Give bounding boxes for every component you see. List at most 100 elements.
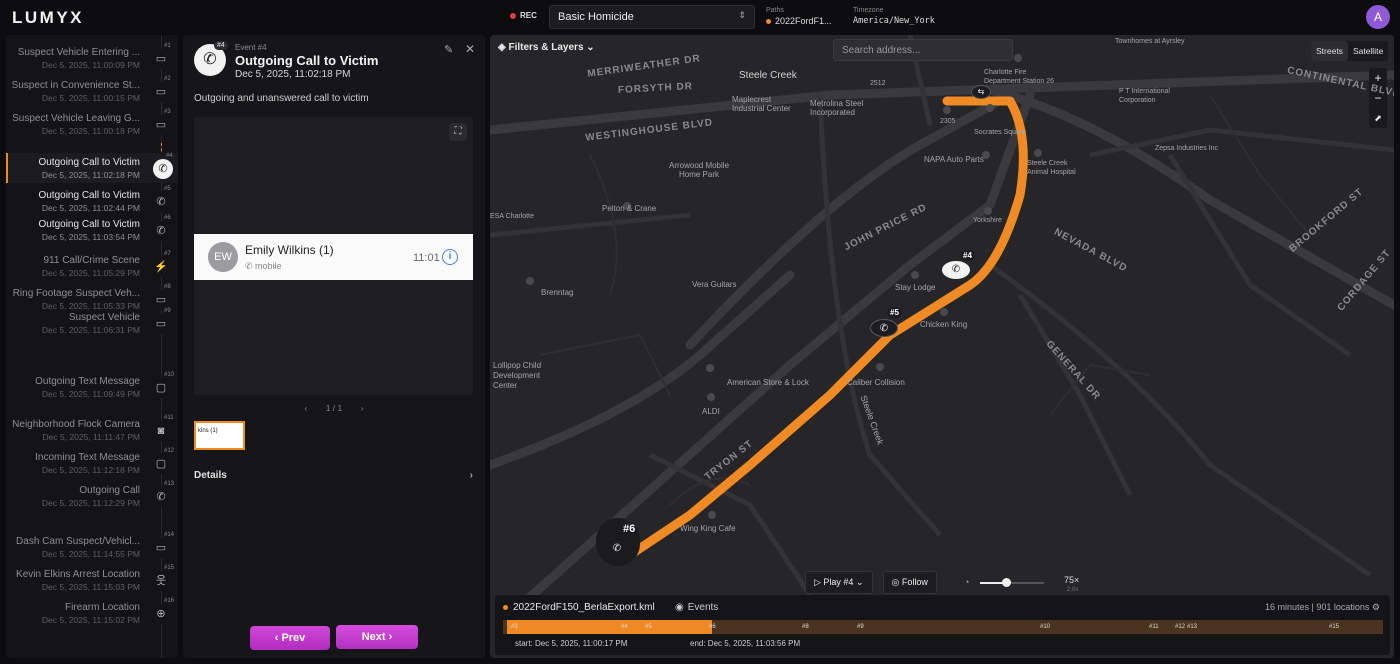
video-icon: ▭ [151,538,171,558]
events-dot-icon: ◉ [675,602,684,613]
timeline-item-title: Outgoing Call to Victim [38,219,140,230]
track-selection[interactable] [507,620,712,634]
timeline-item-number: #5 [164,186,171,192]
timeline-item-title: Kevin Elkins Arrest Location [16,569,140,580]
timeline-item[interactable]: Outgoing Text Message Dec 5, 2025, 11:09:… [6,372,178,402]
details-section-toggle[interactable]: Details › [194,470,473,481]
route-marker-4[interactable]: ✆ [942,261,970,279]
route-marker-5[interactable]: ✆ [870,319,898,337]
contact-card[interactable]: EW Emily Wilkins (1) ✆ mobile 11:01 i [194,234,473,280]
place-label: Socrates Square [974,129,1027,136]
place-label: NAPA Auto Parts [924,155,984,164]
track-tick[interactable]: #3 [511,624,518,630]
address-search-input[interactable]: Search address... [833,39,1013,61]
person-icon: 웃 [151,571,171,591]
edit-icon[interactable]: ✎ [444,43,453,56]
timeline-item[interactable]: Outgoing Call to Victim Dec 5, 2025, 11:0… [6,186,178,216]
track-tick[interactable]: #12 [1175,624,1185,630]
timeline-item[interactable]: Firearm Location Dec 5, 2025, 11:15:02 PM… [6,598,178,628]
rec-indicator[interactable]: REC [510,11,537,20]
timeline-item-title: Dash Cam Suspect/Vehicl... [16,536,140,547]
timeline-item[interactable]: Dash Cam Suspect/Vehicl... Dec 5, 2025, 1… [6,532,178,562]
track-tick[interactable]: #11 [1149,624,1159,630]
gauge-icon: ◔ [964,577,970,587]
place-label: Wing King Cafe [680,524,736,533]
prev-button[interactable]: ‹ Prev [250,626,330,650]
timeline-item[interactable]: Outgoing Call to Victim Dec 5, 2025, 11:0… [6,215,178,245]
message-icon: ▢ [151,378,171,398]
timeline-item[interactable]: Kevin Elkins Arrest Location Dec 5, 2025,… [6,565,178,595]
toggle-satellite[interactable]: Satellite [1348,41,1388,61]
timeline-item[interactable]: 911 Call/Crime Scene Dec 5, 2025, 11:05:2… [6,251,178,281]
play-button[interactable]: ▷ Play #4 ⌄ [805,570,873,594]
place-label: ESA Charlotte [490,213,534,220]
track-tick[interactable]: #9 [857,624,864,630]
timeline-item[interactable]: Outgoing Call Dec 5, 2025, 11:12:29 PM ✆ #1… [6,481,178,511]
chevron-updown-icon: ⇕ [738,10,746,20]
app-logo: LUMYX [12,8,84,27]
speed-knob[interactable] [1002,578,1011,587]
filters-layers-button[interactable]: ◈ Filters & Layers ⌄ [498,42,595,53]
next-button[interactable]: Next › [336,625,418,649]
phone-icon: ✆ [153,159,173,179]
timeline-item[interactable]: Outgoing Call to Victim Dec 5, 2025, 11:0… [6,153,178,183]
path-color-dot-icon [766,18,771,24]
track-locations: 901 locations [1316,602,1370,612]
chevron-right-icon[interactable]: › [361,403,364,413]
track-tick[interactable]: #15 [1329,624,1339,630]
timeline-item[interactable]: Neighborhood Flock Camera Dec 5, 2025, 11… [6,415,178,445]
timeline-item[interactable]: Suspect Vehicle Entering ... Dec 5, 2025,… [6,43,178,73]
timeline-item-number: #14 [164,532,175,538]
message-icon: ▢ [151,454,171,474]
events-toggle[interactable]: ◉ Events [675,602,718,613]
crime-scene-icon: ⚡ [151,257,171,277]
track-tick[interactable]: #5 [645,624,652,630]
timeline-item-date: Dec 5, 2025, 11:00:15 PM [41,93,140,103]
events-label: Events [687,602,719,613]
chevron-left-icon[interactable]: ‹ [305,403,308,413]
track-tick[interactable]: #4 [621,624,628,630]
place-label: 2512 [870,80,886,87]
play-icon: ▷ [814,576,824,587]
track-tick[interactable]: #8 [802,624,809,630]
info-icon[interactable]: i [442,249,458,265]
track-tick[interactable]: #13 [1187,624,1197,630]
place-label: Stay Lodge [895,283,936,292]
timeline-item[interactable]: Suspect Vehicle Leaving G... Dec 5, 2025,… [6,109,178,139]
follow-button[interactable]: ◎ Follow [882,570,937,594]
track-tick[interactable]: #6 [709,624,716,630]
timezone-value: America/New_York [853,16,935,26]
timeline-item-number: #13 [164,481,175,487]
fullscreen-icon[interactable]: ⛶ [449,123,467,141]
track-color-dot-icon [503,605,508,610]
compass-icon[interactable]: ⬈ [1369,108,1387,128]
event-timeline[interactable]: Suspect Vehicle Entering ... Dec 5, 2025,… [6,35,178,658]
route-marker-3[interactable]: ⇆ [971,85,991,99]
case-select[interactable]: Basic Homicide ⇕ [549,5,755,29]
map-view[interactable]: ◈ Filters & Layers ⌄ Search address... S… [490,35,1394,658]
speed-slider[interactable]: ◔ 75× 2.0s [964,575,1104,593]
paths-value: 2022FordF1... [775,16,832,26]
close-icon[interactable]: ✕ [465,42,475,56]
paths-info[interactable]: Paths 2022FordF1... [766,7,832,26]
contact-time: 11:01 [413,252,440,264]
timeline-item[interactable]: Suspect Vehicle Dec 5, 2025, 11:06:31 PM ▭… [6,308,178,338]
user-avatar[interactable]: A [1366,5,1390,29]
track-file[interactable]: 2022FordF150_BerlaExport.kml [503,602,655,613]
media-thumbnail[interactable]: kins (1) [194,421,245,450]
timeline-item-number: #4 [166,153,173,159]
map-style-toggle[interactable]: Streets Satellite [1311,41,1389,61]
timeline-item-title: Ring Footage Suspect Veh... [12,288,140,299]
phone-icon: ✆ [245,261,256,271]
timezone-info[interactable]: Timezone America/New_York [853,7,935,26]
track-tick[interactable]: #10 [1040,624,1050,630]
timeline-item-number: #9 [164,308,171,314]
settings-gear-icon[interactable]: ⚙ [1372,602,1380,612]
timeline-item-date: Dec 5, 2025, 11:15:03 PM [41,582,140,592]
timeline-item[interactable]: Incoming Text Message Dec 5, 2025, 11:12:… [6,448,178,478]
toggle-streets[interactable]: Streets [1311,41,1348,61]
track-start: start: Dec 5, 2025, 11:00:17 PM [515,639,628,648]
phone-icon: ✆ [879,323,889,334]
chevron-right-icon: › [385,631,393,643]
timeline-item[interactable]: Suspect in Convenience St... Dec 5, 2025,… [6,76,178,106]
